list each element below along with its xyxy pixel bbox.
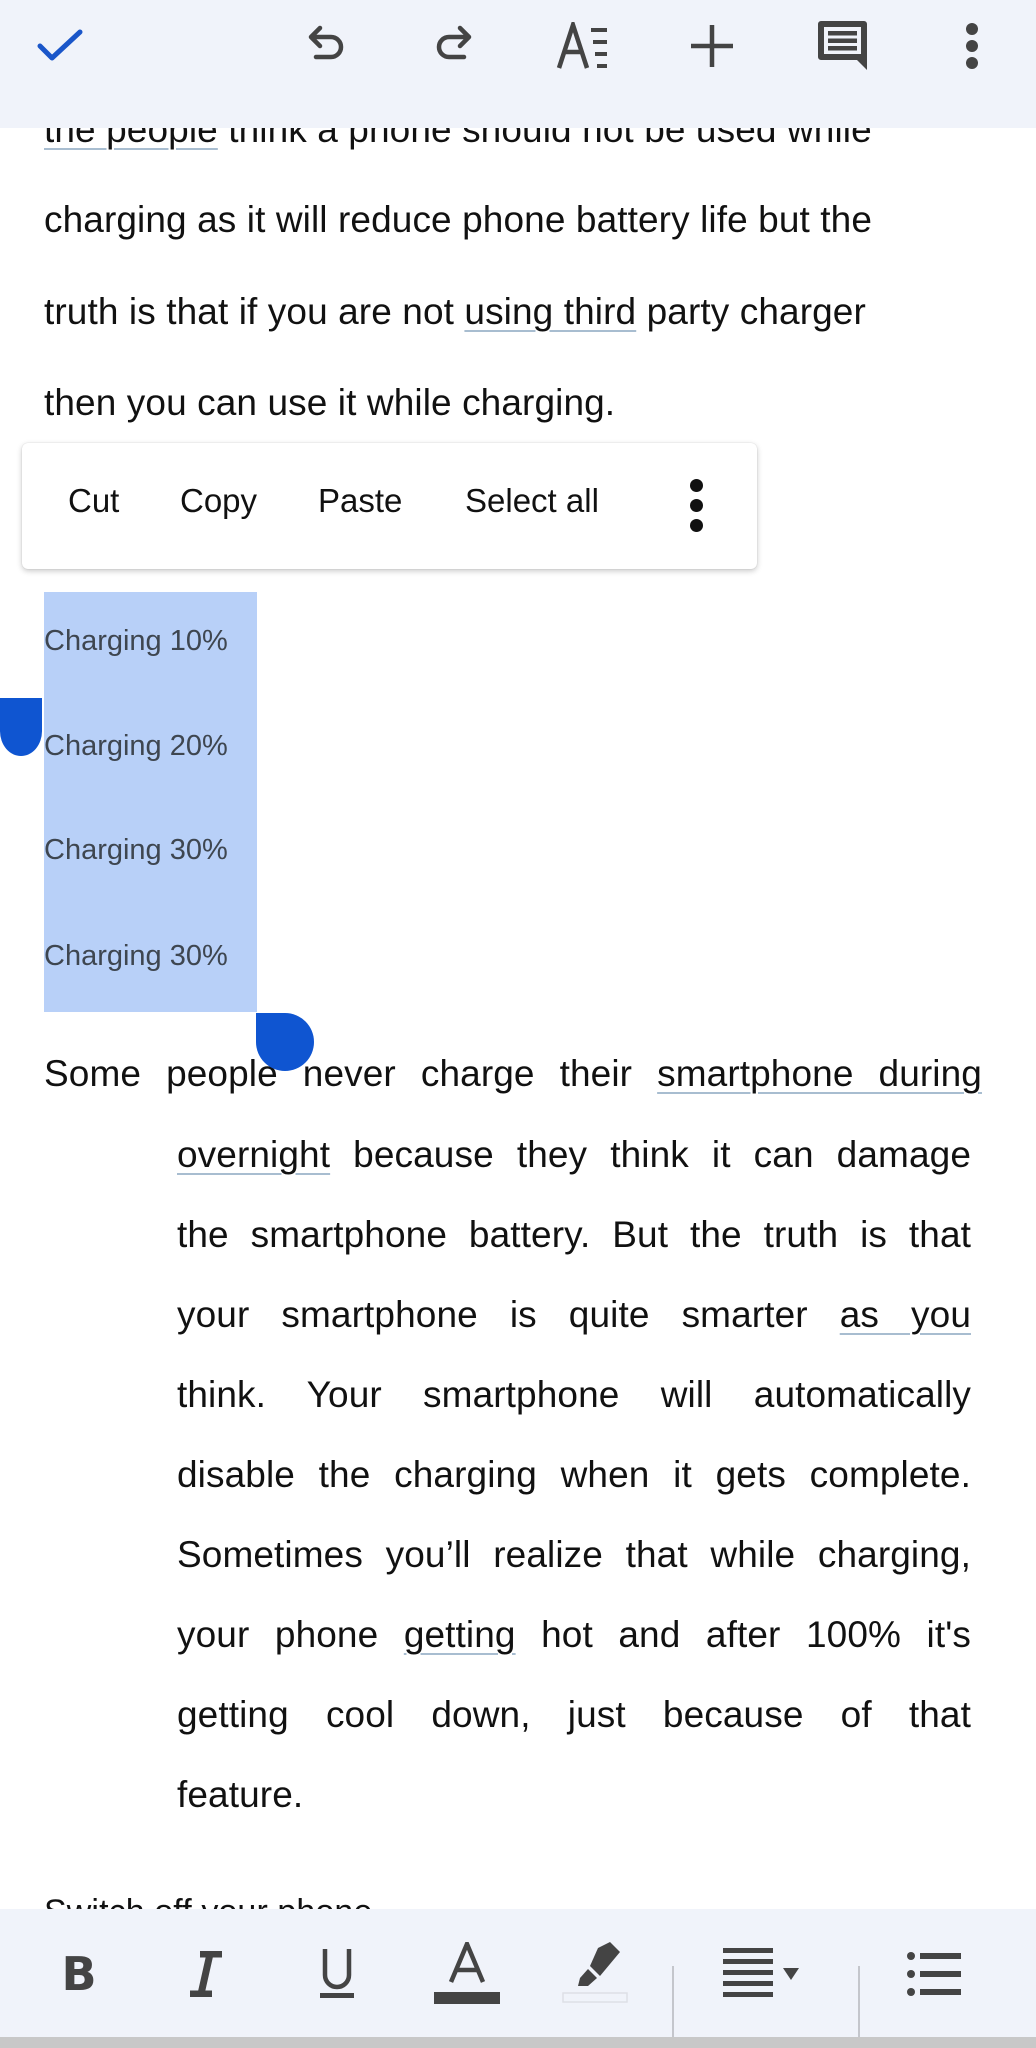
doc-line: Sometimes you’ll realize that while char… xyxy=(177,1534,971,1575)
text-color-button[interactable] xyxy=(432,1939,502,2009)
more-vert-icon xyxy=(966,23,978,69)
bulleted-list-icon xyxy=(907,1952,961,1996)
check-icon xyxy=(37,29,83,61)
selection-end-handle[interactable] xyxy=(256,1013,314,1071)
doc-line: truth is that if you are not using third… xyxy=(44,290,866,334)
selected-list-item[interactable]: Charging 10% xyxy=(44,623,228,659)
doc-text: Some people never charge their xyxy=(44,1053,658,1094)
doc-line: getting cool down, just because of that xyxy=(177,1694,971,1735)
spell-flag[interactable]: as you xyxy=(840,1294,971,1335)
toolbar-divider xyxy=(672,1966,674,2042)
more-options-button[interactable] xyxy=(940,14,1004,78)
selected-list-item[interactable]: Charging 20% xyxy=(44,728,228,764)
spell-flag[interactable]: smartphone during xyxy=(657,1053,982,1094)
highlighter-icon xyxy=(562,1942,628,2003)
formatting-toolbar: B xyxy=(0,1909,1036,2042)
bold-icon: B xyxy=(61,1947,97,2001)
text-context-menu: Cut Copy Paste Select all xyxy=(22,443,757,569)
doc-line: your phone getting hot and after 100% it… xyxy=(177,1613,971,1657)
doc-text: your smartphone is quite smarter xyxy=(177,1294,840,1335)
menu-item-select-all[interactable]: Select all xyxy=(465,481,599,521)
underline-icon xyxy=(320,1949,354,1998)
undo-button[interactable] xyxy=(294,14,358,78)
doc-text: because they think it can damage xyxy=(330,1134,971,1175)
selection-start-handle[interactable] xyxy=(0,698,42,756)
doc-line: overnight because they think it can dama… xyxy=(177,1133,971,1177)
plus-icon xyxy=(691,25,733,67)
comment-icon xyxy=(818,21,867,70)
bold-button[interactable]: B xyxy=(44,1939,114,2009)
spell-flag[interactable]: using third xyxy=(464,291,636,332)
doc-line: charging as it will reduce phone battery… xyxy=(44,199,873,240)
spell-flag[interactable]: overnight xyxy=(177,1134,330,1175)
doc-line: Some people never charge their smartphon… xyxy=(44,1052,982,1096)
doc-line: think. Your smartphone will automaticall… xyxy=(177,1374,971,1415)
align-button[interactable] xyxy=(722,1939,812,2009)
text-format-button[interactable] xyxy=(552,14,616,78)
doc-text: truth is that if you are not xyxy=(44,291,465,332)
insert-button[interactable] xyxy=(680,14,744,78)
underline-button[interactable] xyxy=(302,1939,372,2009)
align-justify-icon xyxy=(723,1948,799,1997)
top-toolbar xyxy=(0,0,1036,128)
highlight-color-button[interactable] xyxy=(560,1939,630,2009)
more-vert-icon[interactable] xyxy=(682,479,712,533)
menu-item-paste[interactable]: Paste xyxy=(318,481,402,521)
screen-bottom-edge xyxy=(0,2037,1036,2048)
spell-flag[interactable]: getting xyxy=(404,1614,516,1655)
doc-text: party charger xyxy=(636,291,866,332)
doc-line: the smartphone battery. But the truth is… xyxy=(177,1214,971,1255)
chevron-down-icon xyxy=(783,1968,799,1980)
doc-line: your smartphone is quite smarter as you xyxy=(177,1293,971,1337)
menu-item-cut[interactable]: Cut xyxy=(68,481,119,521)
comment-button[interactable] xyxy=(810,14,874,78)
document-body[interactable]: the people think a phone should not be u… xyxy=(0,0,1036,2048)
done-button[interactable] xyxy=(28,14,92,78)
doc-text: hot and after 100% it's xyxy=(515,1614,971,1655)
undo-icon xyxy=(308,25,344,60)
redo-icon xyxy=(436,25,472,60)
doc-text: your phone xyxy=(177,1614,404,1655)
italic-icon xyxy=(190,1951,222,1997)
italic-button[interactable] xyxy=(171,1939,241,2009)
selected-list-item[interactable]: Charging 30% xyxy=(44,832,228,868)
redo-button[interactable] xyxy=(422,14,486,78)
doc-line: disable the charging when it gets comple… xyxy=(177,1454,971,1495)
doc-line: feature. xyxy=(177,1774,304,1815)
text-color-icon xyxy=(434,1942,500,2004)
doc-line: then you can use it while charging. xyxy=(44,382,616,423)
toolbar-divider xyxy=(858,1966,860,2042)
text-format-icon xyxy=(556,22,607,69)
bulleted-list-button[interactable] xyxy=(900,1939,970,2009)
selected-list-item[interactable]: Charging 30% xyxy=(44,938,228,974)
menu-item-copy[interactable]: Copy xyxy=(180,481,257,521)
